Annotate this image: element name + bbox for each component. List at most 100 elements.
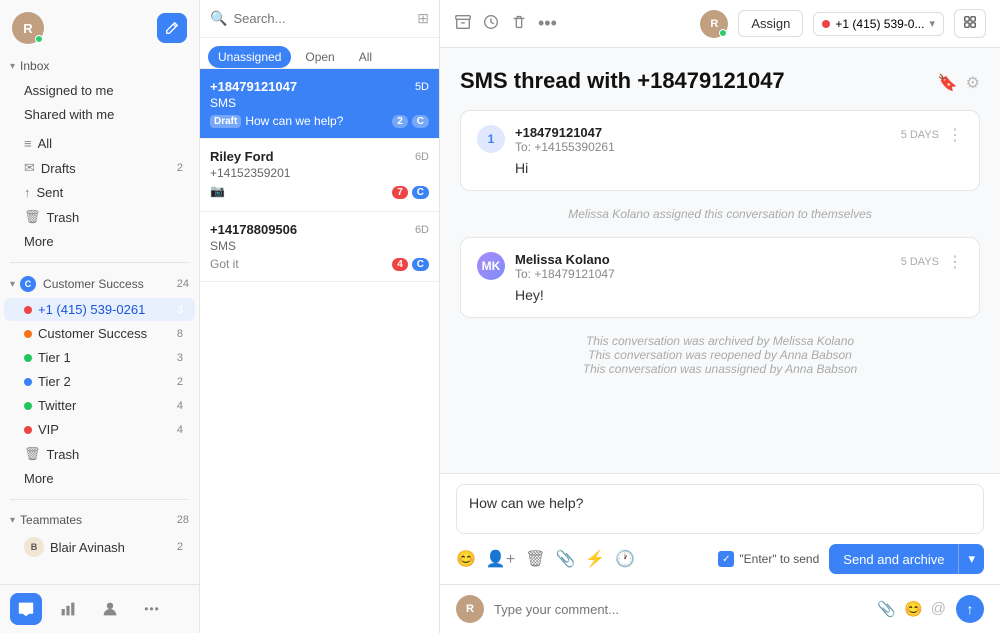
assign-button[interactable]: Assign xyxy=(738,10,803,37)
system-msg-group: This conversation was archived by Meliss… xyxy=(460,330,980,380)
chart-nav-button[interactable] xyxy=(52,593,84,625)
tier1-label: Tier 1 xyxy=(38,350,71,365)
main-panel: ••• R Assign +1 (415) 539-0... ▾ SMS thr… xyxy=(440,0,1000,633)
topbar-trash-icon[interactable] xyxy=(510,13,528,35)
thread-title-icons: 🔖 ⚙ xyxy=(938,73,980,93)
conv2-badges: 📷 7 C xyxy=(210,184,429,201)
message-card-1: 1 +18479121047 To: +14155390261 5 DAYS ⋮… xyxy=(460,110,980,191)
compose-button[interactable] xyxy=(157,13,187,43)
conversation-item-2[interactable]: Riley Ford 6D +14152359201 📷 7 C xyxy=(200,139,439,212)
msg1-content: +18479121047 To: +14155390261 5 DAYS ⋮ H… xyxy=(515,125,963,176)
sidebar-item-more1[interactable]: More xyxy=(4,230,195,253)
msg2-content: Melissa Kolano To: +18479121047 5 DAYS ⋮… xyxy=(515,252,963,303)
conversation-item-3[interactable]: +14178809506 6D SMS Got it 4 C xyxy=(200,212,439,282)
sidebar-item-twitter[interactable]: Twitter 4 xyxy=(4,394,195,417)
tabs-row: Unassigned Open All xyxy=(200,38,439,69)
customer-success-header[interactable]: ▾ C Customer Success 24 xyxy=(0,271,199,297)
tier1-dot xyxy=(24,354,32,362)
conv3-badge-c: C xyxy=(412,258,429,271)
sidebar-item-all[interactable]: ≡ All xyxy=(4,132,195,155)
more-nav-button[interactable]: ••• xyxy=(136,593,168,625)
teammates-header[interactable]: ▾ Teammates 28 xyxy=(0,508,199,532)
msg2-more-icon[interactable]: ⋮ xyxy=(947,252,963,272)
blair-label: Blair Avinash xyxy=(50,540,125,555)
archive-icon[interactable] xyxy=(454,13,472,35)
tab-open[interactable]: Open xyxy=(295,46,344,68)
comment-avatar: R xyxy=(456,595,484,623)
sidebar-item-drafts[interactable]: ✉ Drafts 2 xyxy=(4,156,195,180)
msg1-from-block: +18479121047 To: +14155390261 xyxy=(515,125,615,154)
sidebar-item-blair[interactable]: B Blair Avinash 2 xyxy=(4,533,195,561)
search-input[interactable] xyxy=(233,11,411,26)
sidebar-item-tier2[interactable]: Tier 2 2 xyxy=(4,370,195,393)
twitter-dot xyxy=(24,402,32,410)
search-icon: 🔍 xyxy=(210,10,227,27)
sidebar-item-more2[interactable]: More xyxy=(4,467,195,490)
online-indicator xyxy=(35,35,43,43)
emoji-icon[interactable]: 😊 xyxy=(456,549,476,569)
more-label-1: More xyxy=(24,234,54,249)
attach-icon[interactable]: 📎 xyxy=(556,549,576,569)
sys-line-1: This conversation was archived by Meliss… xyxy=(460,334,980,348)
settings-icon[interactable]: ⚙ xyxy=(966,73,980,93)
send-archive-dropdown-icon[interactable]: ▾ xyxy=(958,544,984,574)
comment-at-icon[interactable]: @ xyxy=(931,600,946,618)
tab-all[interactable]: All xyxy=(349,46,382,68)
msg1-body: Hi xyxy=(515,160,963,176)
comment-emoji-icon[interactable]: 😊 xyxy=(904,600,923,618)
sidebar-item-shared-with-me[interactable]: Shared with me xyxy=(4,103,195,126)
nav-section: ≡ All ✉ Drafts 2 ↑ Sent 🗑 Trash More xyxy=(0,129,199,256)
clock2-icon[interactable]: 🕐 xyxy=(615,549,635,569)
compose-trash-icon[interactable]: 🗑 xyxy=(525,549,545,569)
tier2-label: Tier 2 xyxy=(38,374,71,389)
twitter-label: Twitter xyxy=(38,398,76,413)
clock-icon[interactable] xyxy=(482,13,500,35)
comment-send-button[interactable]: ↑ xyxy=(956,595,984,623)
conv3-channel: SMS xyxy=(210,239,429,253)
inbox-selector[interactable]: +1 (415) 539-0... ▾ xyxy=(813,12,944,36)
enter-to-send-checkbox[interactable]: ✓ xyxy=(718,551,734,567)
sidebar-item-trash[interactable]: 🗑 Trash xyxy=(4,205,195,229)
filter-icon[interactable]: ⊞ xyxy=(417,10,429,27)
add-person-icon[interactable]: 👤+ xyxy=(486,549,515,569)
twitter-count: 4 xyxy=(177,400,183,412)
inbox-label: Inbox xyxy=(20,59,49,73)
bookmark-icon[interactable]: 🔖 xyxy=(938,73,958,93)
expand-button[interactable] xyxy=(954,9,986,38)
sidebar-item-phone1[interactable]: +1 (415) 539-0261 3 xyxy=(4,298,195,321)
sidebar-item-sent[interactable]: ↑ Sent xyxy=(4,181,195,204)
sidebar-item-tier1[interactable]: Tier 1 3 xyxy=(4,346,195,369)
msg2-from-block: Melissa Kolano To: +18479121047 xyxy=(515,252,615,281)
inbox-dot-red xyxy=(24,306,32,314)
conv1-preview: How can we help? xyxy=(245,114,343,128)
inbox-selector-chevron: ▾ xyxy=(929,17,935,30)
msg1-more-icon[interactable]: ⋮ xyxy=(947,125,963,145)
conv3-preview: Got it xyxy=(210,257,239,271)
conv1-badge-num: 2 xyxy=(392,115,408,128)
compose-box[interactable]: How can we help? xyxy=(456,484,984,534)
trash2-label: Trash xyxy=(47,447,80,462)
chat-nav-button[interactable] xyxy=(10,593,42,625)
vip-count: 4 xyxy=(177,424,183,436)
divider2 xyxy=(10,499,189,500)
compose-more-icon[interactable]: ⚡ xyxy=(585,549,605,569)
sidebar-item-vip[interactable]: VIP 4 xyxy=(4,418,195,441)
phone1-count: 3 xyxy=(177,304,183,316)
sidebar-item-assigned-to-me[interactable]: Assigned to me xyxy=(4,79,195,102)
tier1-count: 3 xyxy=(177,352,183,364)
sidebar-item-trash2[interactable]: 🗑 Trash xyxy=(4,442,195,466)
comment-attach-icon[interactable]: 📎 xyxy=(877,600,896,618)
send-archive-button[interactable]: Send and archive ▾ xyxy=(829,544,984,574)
topbar-more-icon[interactable]: ••• xyxy=(538,13,557,34)
sidebar-item-cs[interactable]: Customer Success 8 xyxy=(4,322,195,345)
drafts-label: Drafts xyxy=(41,161,76,176)
teammates-chevron: ▾ xyxy=(10,515,15,526)
customer-success-label: Customer Success xyxy=(43,277,144,291)
vip-dot xyxy=(24,426,32,434)
comment-input[interactable] xyxy=(494,602,867,617)
msg2-to: To: +18479121047 xyxy=(515,267,615,281)
conversation-item-1[interactable]: +18479121047 5D SMS Draft How can we hel… xyxy=(200,69,439,139)
person-nav-button[interactable] xyxy=(94,593,126,625)
inbox-header[interactable]: ▾ Inbox xyxy=(0,54,199,78)
tab-unassigned[interactable]: Unassigned xyxy=(208,46,291,68)
